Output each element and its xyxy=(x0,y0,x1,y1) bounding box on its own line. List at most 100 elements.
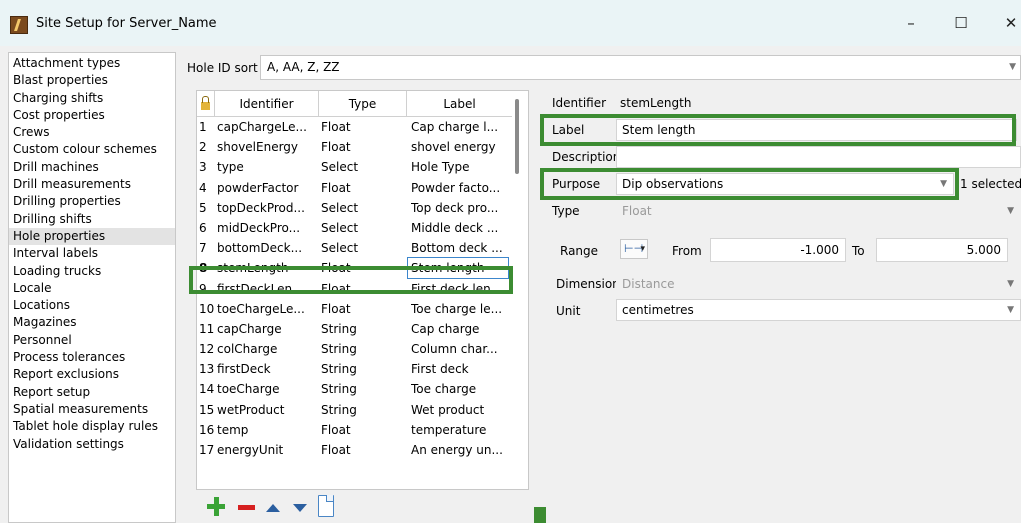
sidebar-item[interactable]: Drill measurements xyxy=(9,176,175,193)
close-button[interactable]: ✕ xyxy=(996,12,1021,34)
cell-label: temperature xyxy=(411,422,487,437)
sidebar-item[interactable]: Magazines xyxy=(9,314,175,331)
sidebar-item[interactable]: Blast properties xyxy=(9,72,175,89)
table-row[interactable]: 1 capChargeLe... Float Cap charge l... xyxy=(197,117,512,137)
table-row[interactable]: 8 stemLength Float Stem length xyxy=(197,257,512,280)
cell-type: Float xyxy=(321,301,351,316)
chevron-down-icon: ▼ xyxy=(1009,62,1016,72)
column-header-identifier[interactable]: Identifier xyxy=(215,91,319,117)
unit-value: centimetres xyxy=(622,303,694,317)
column-header-type[interactable]: Type xyxy=(319,91,407,117)
cell-type: Float xyxy=(321,261,351,276)
sidebar-item[interactable]: Locations xyxy=(9,297,175,314)
label-input[interactable]: Stem length xyxy=(616,119,1017,141)
sidebar-item[interactable]: Process tolerances xyxy=(9,349,175,366)
cell-type: String xyxy=(321,402,357,417)
table-row[interactable]: 9 firstDeckLen... Float First deck len... xyxy=(197,279,512,299)
sidebar-item[interactable]: Report exclusions xyxy=(9,366,175,383)
cell-label: Bottom deck ... xyxy=(411,241,503,256)
row-number: 14 xyxy=(199,382,215,397)
copy-document-icon[interactable] xyxy=(315,494,335,520)
cell-identifier: capCharge xyxy=(217,321,282,336)
sidebar-item[interactable]: Drill machines xyxy=(9,159,175,176)
table-row[interactable]: 11 capCharge String Cap charge xyxy=(197,319,512,339)
sidebar-item[interactable]: Interval labels xyxy=(9,245,175,262)
range-from-input[interactable]: -1.000 xyxy=(710,238,846,262)
hole-id-sort-value: A, AA, Z, ZZ xyxy=(267,60,340,74)
table-row[interactable]: 13 firstDeck String First deck xyxy=(197,359,512,379)
chevron-down-icon: ▾ xyxy=(640,244,645,254)
sidebar-item[interactable]: Attachment types xyxy=(9,55,175,72)
purpose-selected-count: 1 selected xyxy=(960,177,1021,191)
cell-label: Toe charge xyxy=(411,382,477,397)
sidebar-item[interactable]: Locale xyxy=(9,280,175,297)
sidebar-item[interactable]: Report setup xyxy=(9,384,175,401)
sidebar-item[interactable]: Validation settings xyxy=(9,436,175,453)
cell-type: Select xyxy=(321,200,359,215)
sidebar-item[interactable]: Spatial measurements xyxy=(9,401,175,418)
sidebar-item[interactable]: Drilling properties xyxy=(9,193,175,210)
hole-id-sort-select[interactable]: A, AA, Z, ZZ ▼ xyxy=(260,55,1021,80)
cell-label: Top deck pro... xyxy=(411,200,499,215)
move-down-icon[interactable] xyxy=(290,494,310,520)
cell-identifier: powderFactor xyxy=(217,180,299,195)
chevron-down-icon: ▼ xyxy=(1007,206,1014,216)
table-row[interactable]: 6 midDeckPro... Select Middle deck ... xyxy=(197,218,512,238)
chevron-down-icon: ▼ xyxy=(1007,279,1014,289)
cell-label: An energy un... xyxy=(411,443,503,457)
sidebar-item[interactable]: Loading trucks xyxy=(9,263,175,280)
sidebar-item[interactable]: Charging shifts xyxy=(9,90,175,107)
move-up-icon[interactable] xyxy=(263,494,283,520)
cell-label: Powder facto... xyxy=(411,180,501,195)
cell-type: Float xyxy=(321,120,351,134)
table-row[interactable]: 14 toeCharge String Toe charge xyxy=(197,379,512,399)
range-mode-dropdown[interactable]: ⊢⊣ ▾ xyxy=(620,239,648,259)
sidebar-item[interactable]: Tablet hole display rules xyxy=(9,418,175,435)
table-row[interactable]: 4 powderFactor Float Powder facto... xyxy=(197,178,512,198)
table-row[interactable]: 12 colCharge String Column char... xyxy=(197,339,512,359)
chevron-down-icon: ▼ xyxy=(1007,305,1014,315)
cell-label: Middle deck ... xyxy=(411,220,499,235)
unit-select[interactable]: centimetres ▼ xyxy=(616,299,1021,321)
table-row[interactable]: 17 energyUnit Float An energy un... xyxy=(197,440,512,460)
range-label: Range xyxy=(560,244,599,258)
cell-identifier: firstDeck xyxy=(217,362,271,377)
sidebar-item[interactable]: Cost properties xyxy=(9,107,175,124)
cell-identifier: toeChargeLe... xyxy=(217,301,305,316)
row-number: 6 xyxy=(199,220,207,235)
table-row[interactable]: 15 wetProduct String Wet product xyxy=(197,400,512,420)
minimize-button[interactable]: – xyxy=(896,12,926,34)
description-label: Description xyxy=(552,150,621,164)
table-row[interactable]: 16 temp Float temperature xyxy=(197,420,512,440)
remove-row-icon[interactable] xyxy=(237,494,257,520)
table-row[interactable]: 10 toeChargeLe... Float Toe charge le... xyxy=(197,299,512,319)
maximize-button[interactable]: ☐ xyxy=(946,12,976,34)
cell-identifier: colCharge xyxy=(217,342,278,357)
purpose-label: Purpose xyxy=(552,177,601,191)
sidebar-item[interactable]: Custom colour schemes xyxy=(9,141,175,158)
lock-column-header[interactable] xyxy=(197,91,215,117)
cell-type: String xyxy=(321,362,357,377)
cell-label: Stem length xyxy=(407,257,509,280)
table-row[interactable]: 3 type Select Hole Type xyxy=(197,157,512,177)
sidebar-item[interactable]: Personnel xyxy=(9,332,175,349)
table-row[interactable]: 2 shovelEnergy Float shovel energy xyxy=(197,137,512,157)
sidebar-item[interactable]: Hole properties xyxy=(9,227,175,246)
column-header-label[interactable]: Label xyxy=(407,91,512,117)
sidebar-item[interactable]: Crews xyxy=(9,124,175,141)
purpose-select[interactable]: Dip observations ▼ xyxy=(616,173,954,195)
dimension-label: Dimension xyxy=(556,277,620,291)
cell-label: Toe charge le... xyxy=(411,301,503,316)
table-row[interactable]: 5 topDeckProd... Select Top deck pro... xyxy=(197,198,512,218)
table-row[interactable]: 7 bottomDeck... Select Bottom deck ... xyxy=(197,238,512,258)
add-row-icon[interactable] xyxy=(207,494,227,520)
table-scrollbar[interactable] xyxy=(515,99,519,174)
cell-type: Float xyxy=(321,281,351,296)
description-input[interactable] xyxy=(616,146,1021,168)
site-setup-window: Site Setup for Server_Name – ☐ ✕ Attachm… xyxy=(0,0,1021,523)
cell-type: Float xyxy=(321,443,351,457)
range-to-input[interactable]: 5.000 xyxy=(876,238,1008,262)
cell-label: First deck xyxy=(411,362,469,377)
cell-identifier: toeCharge xyxy=(217,382,280,397)
sidebar-item[interactable]: Drilling shifts xyxy=(9,211,175,228)
